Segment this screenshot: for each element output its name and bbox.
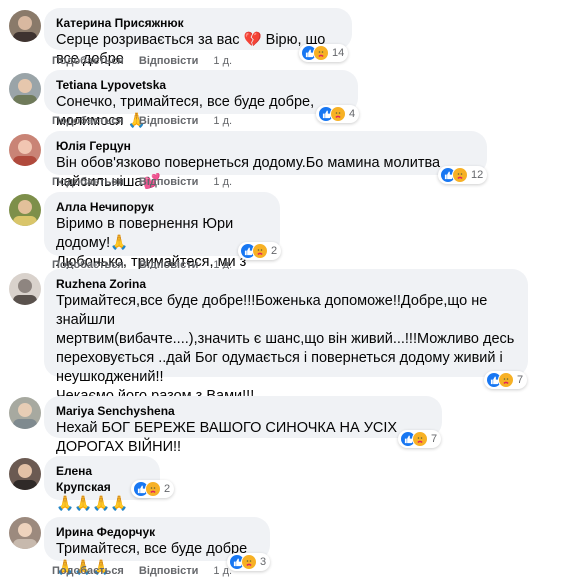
avatar-photo-icon (13, 16, 37, 42)
avatar[interactable] (9, 517, 41, 549)
comment-bubble: Ruzhena Zorina Тримайтеся,все буде добре… (44, 269, 528, 404)
reactions-badge[interactable]: 12 (438, 166, 488, 184)
reply-link[interactable]: Відповісти (139, 176, 198, 188)
avatar-photo-icon (13, 79, 37, 105)
comment-time[interactable]: 1 д. (213, 565, 232, 577)
comment-author[interactable]: Ирина Федорчук (56, 524, 258, 540)
care-reaction-icon (412, 431, 428, 447)
care-reaction-icon (452, 167, 468, 183)
care-reaction-icon (145, 481, 161, 497)
care-reaction-icon (252, 243, 268, 259)
avatar[interactable] (9, 10, 41, 42)
reactions-badge[interactable]: 2 (131, 480, 175, 498)
reactions-badge[interactable]: 7 (398, 430, 442, 448)
avatar-photo-icon (13, 200, 37, 226)
reaction-count: 12 (471, 169, 484, 181)
care-reaction-icon (330, 106, 346, 122)
comment-actions: Подобається Відповісти 1 д. (52, 114, 232, 128)
reactions-badge[interactable]: 4 (316, 105, 360, 123)
comment-text: Нехай БОГ БЕРЕЖЕ ВАШОГО СИНОЧКА НА УСІХ … (56, 420, 398, 455)
avatar[interactable] (9, 194, 41, 226)
reaction-count: 7 (517, 374, 524, 386)
like-link[interactable]: Подобається (52, 115, 124, 127)
avatar[interactable] (9, 273, 41, 305)
like-link[interactable]: Подобається (52, 55, 124, 67)
comment-text: Тримайтеся,все буде добре!!!Боженька доп… (56, 293, 515, 404)
reaction-count: 4 (349, 108, 356, 120)
reactions-badge[interactable]: 7 (484, 371, 528, 389)
comment-actions: Подобається Відповісти 1 д. (52, 54, 232, 68)
comment-time[interactable]: 1 д. (213, 115, 232, 127)
reaction-count: 14 (332, 47, 345, 59)
avatar[interactable] (9, 397, 41, 429)
like-link[interactable]: Подобається (52, 176, 124, 188)
comment-author[interactable]: Mariya Senchyshena (56, 403, 430, 419)
avatar-photo-icon (13, 464, 37, 490)
avatar[interactable] (9, 458, 41, 490)
avatar-photo-icon (13, 279, 37, 305)
comment-author[interactable]: Юлія Герцун (56, 138, 475, 154)
reactions-badge[interactable]: 3 (227, 553, 271, 571)
comment-time[interactable]: 1 д. (213, 176, 232, 188)
avatar[interactable] (9, 73, 41, 105)
comment-author[interactable]: Алла Нечипорук (56, 199, 268, 215)
avatar-photo-icon (13, 140, 37, 166)
comment-bubble: Юлія Герцун Він обов'язково повернеться … (44, 131, 487, 190)
reply-link[interactable]: Відповісти (139, 55, 198, 67)
reaction-count: 3 (260, 556, 267, 568)
care-reaction-icon (313, 45, 329, 61)
comment-text: 🙏🙏🙏🙏 (56, 496, 129, 512)
reactions-badge[interactable]: 14 (299, 44, 349, 62)
reaction-count: 7 (431, 433, 438, 445)
care-reaction-icon (241, 554, 257, 570)
care-reaction-icon (498, 372, 514, 388)
reaction-count: 2 (271, 245, 278, 257)
reactions-badge[interactable]: 2 (238, 242, 282, 260)
comment-author[interactable]: Ruzhena Zorina (56, 276, 516, 292)
reaction-count: 2 (164, 483, 171, 495)
comment-bubble: Mariya Senchyshena Нехай БОГ БЕРЕЖЕ ВАШО… (44, 396, 442, 455)
like-link[interactable]: Подобається (52, 565, 124, 577)
comment-time[interactable]: 1 д. (213, 55, 232, 67)
reply-link[interactable]: Відповісти (139, 115, 198, 127)
comment-actions: Подобається Відповісти 1 д. (52, 564, 232, 578)
avatar-photo-icon (13, 523, 37, 549)
comment-bubble: Tetiana Lypovetska Сонечко, тримайтеся, … (44, 70, 358, 129)
comment-thread: Катерина Присяжнюк Серце розривається за… (0, 0, 569, 578)
comment-actions: Подобається Відповісти 1 д. (52, 175, 232, 189)
comment-author[interactable]: Tetiana Lypovetska (56, 77, 346, 93)
avatar-photo-icon (13, 403, 37, 429)
reply-link[interactable]: Відповісти (139, 565, 198, 577)
avatar[interactable] (9, 134, 41, 166)
comment-author[interactable]: Катерина Присяжнюк (56, 15, 340, 31)
